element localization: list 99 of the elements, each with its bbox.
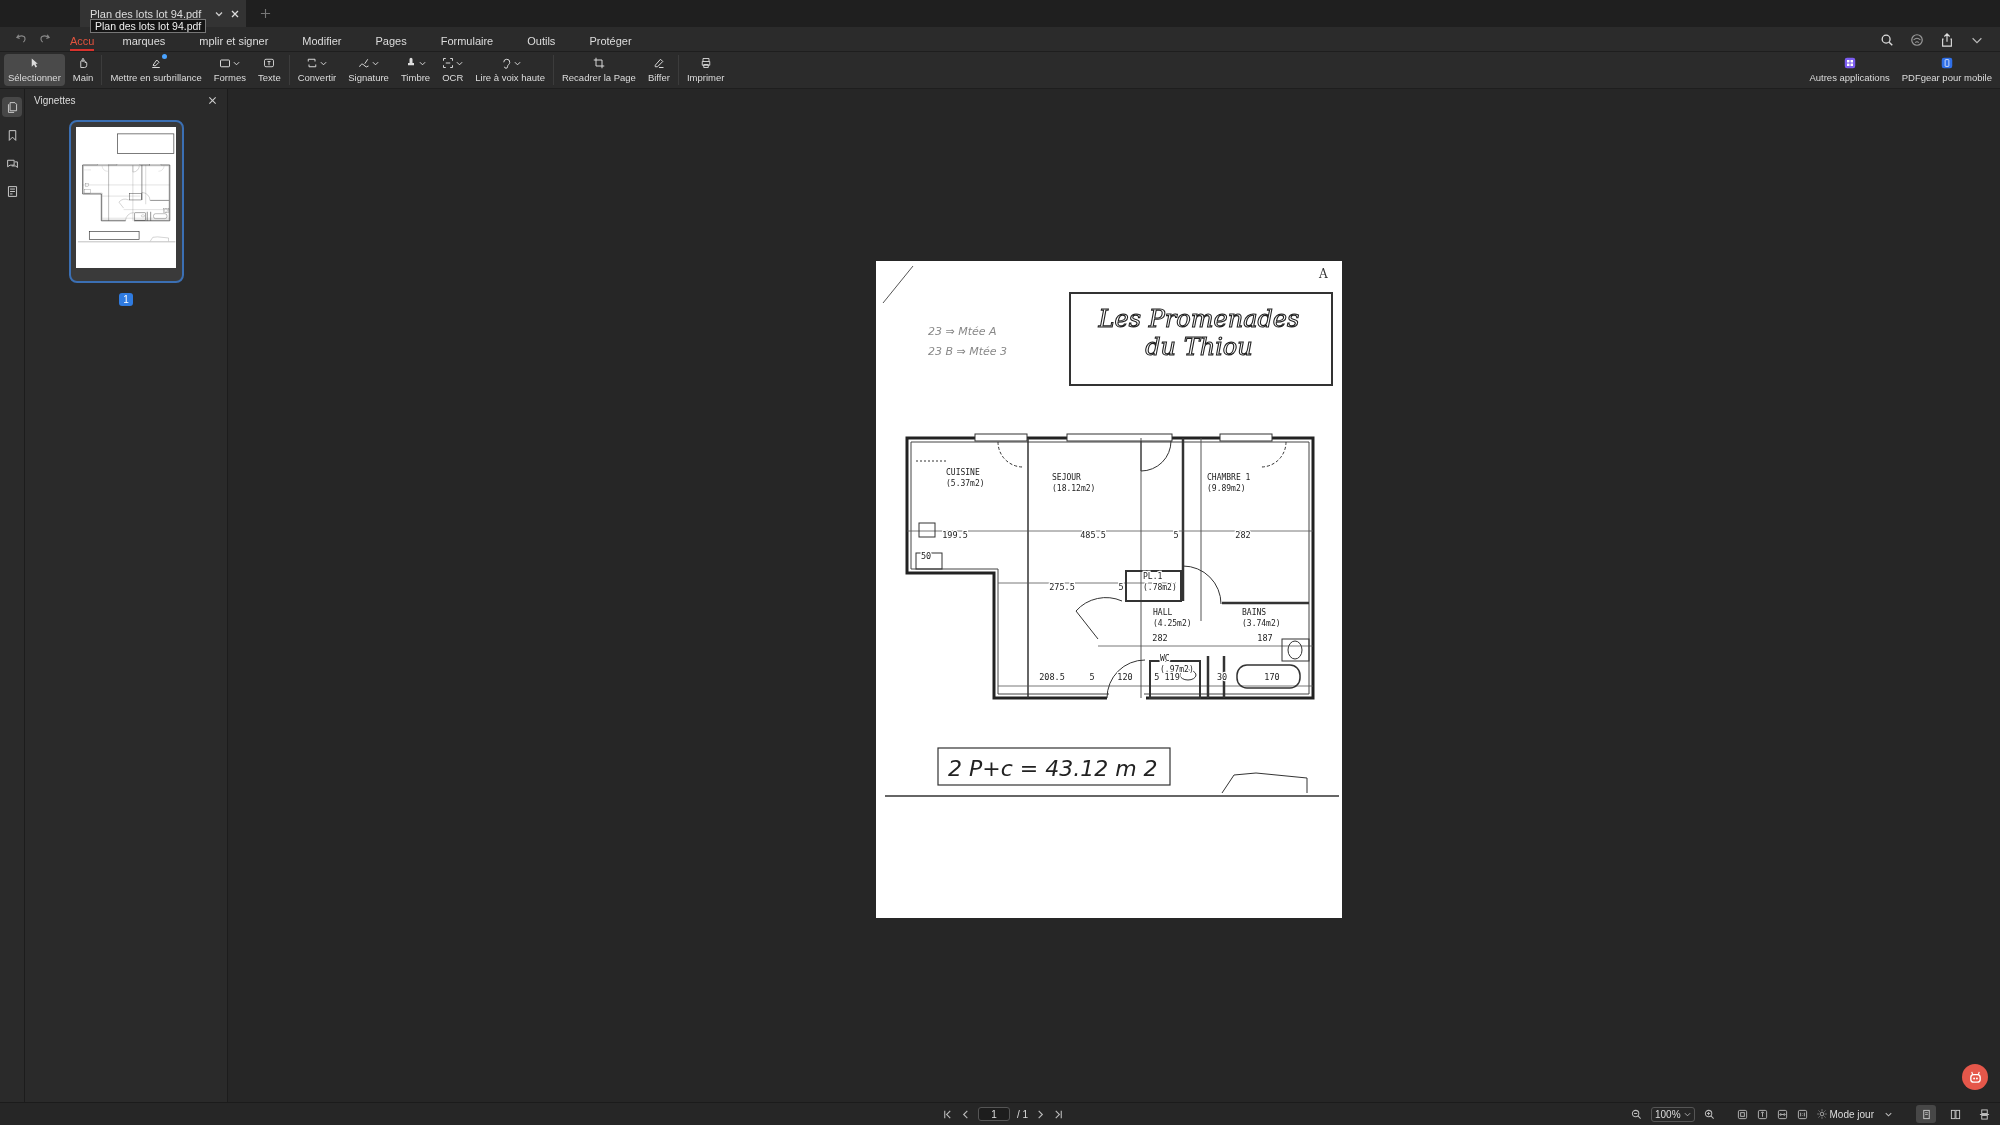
scan-icon (442, 57, 455, 69)
handwritten-note: 23 ⇒ Mtée A (928, 325, 997, 338)
dimension-label: 208.5 (1039, 672, 1065, 682)
fit-page-icon[interactable] (1736, 1108, 1748, 1120)
share-icon[interactable] (1940, 33, 1954, 47)
fit-width-icon[interactable] (1776, 1108, 1788, 1120)
toolbar-button[interactable]: Imprimer (682, 54, 729, 86)
caret-icon (1683, 1110, 1691, 1118)
two-page-icon (1949, 1108, 1961, 1120)
actual-size-icon[interactable] (1796, 1108, 1808, 1120)
rotate-arrows-icon (306, 57, 319, 69)
scroll-icon (1978, 1108, 1990, 1120)
menu-tab[interactable]: Protéger (589, 35, 632, 51)
room-name: SEJOUR (1052, 473, 1081, 482)
toolbar-button[interactable]: Main (68, 54, 98, 86)
close-icon[interactable] (230, 8, 240, 19)
dimension-label: 50 (920, 551, 932, 561)
dimension-label: 5 (1173, 530, 1179, 540)
page-thumbnail[interactable] (68, 120, 184, 283)
highlighter-icon (150, 57, 163, 69)
dimension-label: 282 (1235, 530, 1251, 540)
toolbar-button[interactable]: Convertir (293, 54, 341, 86)
dimension-label: 5 (1089, 672, 1095, 682)
menu-tab[interactable]: Outils (527, 35, 556, 51)
dimension-label: 120 (1117, 672, 1133, 682)
new-tab-icon[interactable] (260, 8, 271, 19)
toolbar-button[interactable]: PDFgear pour mobile (1897, 54, 1996, 86)
undo-icon[interactable] (15, 32, 28, 45)
room-area: (3.74m2) (1242, 619, 1281, 628)
text-box-icon (263, 57, 276, 69)
last-page-icon[interactable] (1053, 1108, 1065, 1120)
total-area: 2 P+c = 43.12 m 2 (948, 756, 1158, 781)
assistant-button[interactable] (1962, 1064, 1988, 1090)
dimension-label: 187 (1257, 633, 1273, 643)
room-area: (.97m2) (1160, 665, 1194, 674)
document-list-icon (5, 184, 19, 198)
panel-title: Vignettes (34, 94, 76, 106)
room-name: BAINS (1242, 608, 1267, 617)
tooltip: Plan des lots lot 94.pdf (90, 19, 207, 33)
toolbar-button[interactable]: Formes (209, 54, 250, 86)
room-area: (9.89m2) (1207, 484, 1246, 493)
corner-mark: A (1319, 267, 1328, 281)
dimension-label: 170 (1264, 672, 1280, 682)
zoom-dropdown[interactable]: 100% (1650, 1106, 1695, 1122)
phone-icon (1940, 57, 1953, 69)
room-area: (.78m2) (1143, 583, 1177, 592)
zoom-in-icon[interactable] (1703, 1108, 1715, 1120)
hand-icon (77, 57, 90, 69)
page-count: / 1 (1017, 1108, 1029, 1120)
zoom-out-icon[interactable] (1630, 1108, 1642, 1120)
toolbar-button[interactable]: Signature (344, 54, 393, 86)
eraser-icon (652, 57, 665, 69)
handwritten-note: 23 B ⇒ Mtée 3 (928, 345, 1008, 358)
room-name: CHAMBRE 1 (1207, 473, 1251, 482)
fit-height-icon[interactable] (1756, 1108, 1768, 1120)
dimension-label: 282 (1152, 633, 1168, 643)
room-area: (5.37m2) (946, 479, 985, 488)
toolbar-button[interactable]: OCR (438, 54, 468, 86)
toolbar-button[interactable]: Texte (253, 54, 285, 86)
view-mode-button[interactable] (1916, 1105, 1936, 1123)
close-icon[interactable] (208, 95, 217, 105)
room-area: (18.12m2) (1052, 484, 1096, 493)
search-icon[interactable] (1880, 33, 1894, 47)
dimension-label: 5 119 (1154, 672, 1180, 682)
previous-page-icon[interactable] (960, 1108, 971, 1120)
dimension-label: 199.5 (942, 530, 968, 540)
pages-icon (5, 100, 19, 114)
dimension-label: 275.5 (1049, 582, 1075, 592)
dimension-label: 485.5 (1080, 530, 1106, 540)
toolbar-button[interactable]: Autres applications (1805, 54, 1894, 86)
toolbar-button[interactable]: Recadrer la Page (557, 54, 640, 86)
toolbar-button[interactable]: Sélectionner (4, 54, 65, 86)
robot-icon (1967, 1069, 1983, 1085)
first-page-icon[interactable] (942, 1108, 953, 1120)
menu-tab[interactable]: marques (122, 35, 166, 51)
square-icon (219, 57, 232, 69)
menu-tab[interactable]: Pages (375, 35, 407, 51)
room-name: PL.1 (1143, 572, 1163, 581)
toolbar-button[interactable]: Biffer (643, 54, 674, 86)
page-number-field[interactable]: 1 (978, 1107, 1010, 1121)
room-area: (4.25m2) (1153, 619, 1192, 628)
menu-tab[interactable]: Formulaire (440, 35, 494, 51)
sun-icon (1816, 1109, 1827, 1119)
toolbar-button[interactable]: Lire à voix haute (471, 54, 549, 86)
sidebar-tab[interactable] (2, 97, 22, 117)
menu-tab[interactable]: Modifier (302, 35, 342, 51)
dimension-label: 5 (1118, 582, 1124, 592)
theme-dropdown[interactable]: Mode jour (1816, 1108, 1874, 1120)
crop-icon (592, 57, 605, 69)
room-name: CUISINE (946, 468, 980, 477)
redo-icon[interactable] (38, 32, 51, 45)
room-name: HALL (1153, 608, 1173, 617)
single-page-icon (1920, 1108, 1932, 1120)
printer-icon (699, 57, 712, 69)
page-number-badge: 1 (119, 293, 133, 306)
app-grid-icon (1843, 57, 1856, 69)
menu-tab[interactable]: mplir et signer (199, 35, 269, 51)
toolbar-button[interactable]: Mettre en surbrillance (106, 54, 206, 86)
toolbar-button[interactable]: Timbre (396, 54, 435, 86)
